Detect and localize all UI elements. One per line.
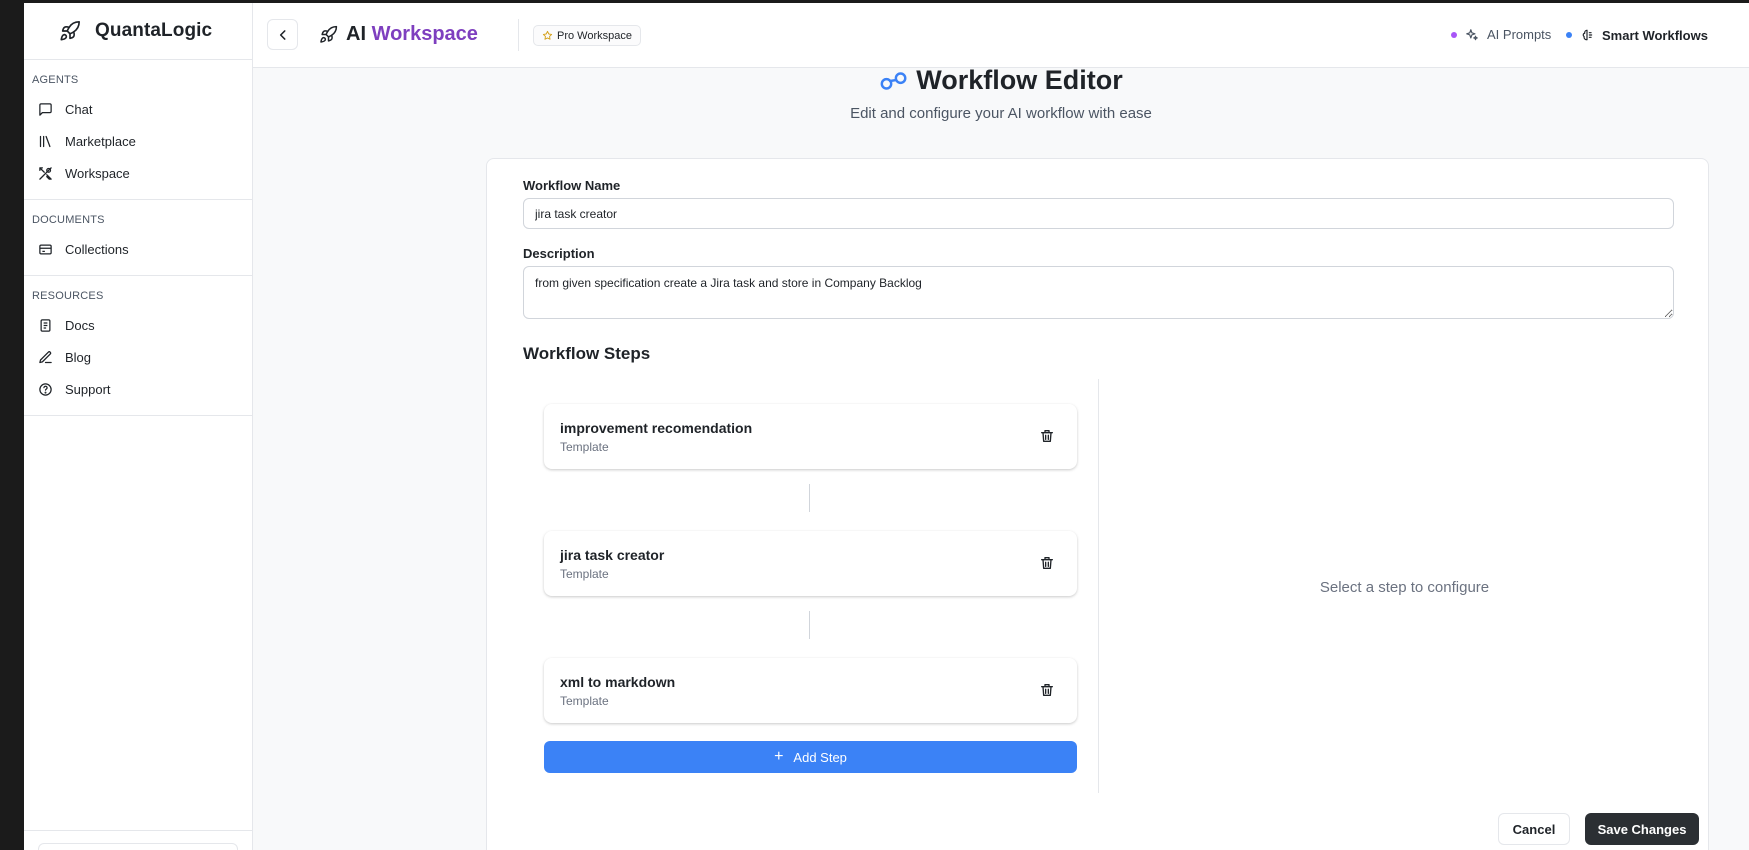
sidebar-footer	[24, 830, 253, 850]
sidebar-item-docs[interactable]: Docs	[24, 309, 252, 341]
editor-title: Workflow Editor	[879, 65, 1123, 96]
nav-heading: DOCUMENTS	[32, 214, 105, 226]
trash-icon[interactable]	[1039, 555, 1055, 571]
star-icon	[542, 30, 553, 40]
chevron-left-icon	[279, 29, 286, 40]
sidebar-item-label: Support	[65, 381, 111, 397]
step-type: Template	[560, 694, 609, 708]
nav-heading: AGENTS	[32, 74, 79, 86]
nav-section-documents: DOCUMENTS Collections	[24, 200, 252, 276]
collection-icon	[39, 244, 52, 254]
header-title-accent: Workspace	[371, 23, 478, 45]
header-title: AI Workspace	[346, 23, 478, 46]
plus-icon: +	[774, 748, 784, 765]
rocket-icon	[320, 25, 338, 43]
pen-icon	[39, 350, 52, 363]
page-title: AI Workspace	[319, 23, 478, 46]
rocket-icon	[60, 21, 80, 41]
nav-link-label: AI Prompts	[1487, 27, 1552, 42]
workflow-steps-heading: Workflow Steps	[523, 344, 651, 363]
status-dot	[1566, 32, 1572, 38]
nav-heading: RESOURCES	[32, 290, 104, 302]
step-connector	[809, 611, 810, 639]
status-dot	[1451, 31, 1457, 38]
app-window: QuantaLogic AGENTS Chat Marketplace Work…	[24, 3, 1749, 850]
sidebar-item-support[interactable]: Support	[24, 373, 252, 405]
step-config-placeholder: Select a step to configure	[1319, 579, 1490, 596]
user-menu[interactable]	[38, 843, 238, 850]
back-button[interactable]	[267, 19, 298, 50]
tools-icon	[39, 166, 52, 180]
trash-icon[interactable]	[1039, 682, 1055, 698]
step-title: improvement recomendation	[560, 420, 753, 436]
editor-subtitle: Edit and configure your AI workflow with…	[850, 104, 1152, 122]
chat-bubble-icon	[39, 102, 52, 116]
step-title: jira task creator	[560, 547, 665, 563]
sidebar-item-marketplace[interactable]: Marketplace	[24, 125, 252, 157]
step-type: Template	[560, 440, 609, 454]
editor-title-text: Workflow Editor	[916, 65, 1123, 95]
sidebar-item-label: Marketplace	[65, 133, 136, 149]
top-header: AI Workspace Pro Workspace AI Prompts Sm…	[253, 3, 1749, 68]
document-icon	[40, 318, 51, 332]
sidebar: QuantaLogic AGENTS Chat Marketplace Work…	[24, 3, 253, 850]
sidebar-item-collections[interactable]: Collections	[24, 233, 252, 265]
description-textarea[interactable]: from given specification create a Jira t…	[523, 266, 1674, 319]
brand-name: QuantaLogic	[95, 20, 213, 41]
add-step-label: Add Step	[793, 749, 847, 765]
nav-link-smart-workflows[interactable]: Smart Workflows	[1560, 22, 1718, 48]
library-icon	[39, 135, 51, 147]
step-card[interactable]: jira task creator Template	[544, 531, 1077, 596]
step-card[interactable]: improvement recomendation Template	[544, 404, 1077, 469]
trash-icon[interactable]	[1039, 428, 1055, 444]
header-title-prefix: AI	[346, 23, 372, 45]
step-type: Template	[560, 567, 609, 581]
editor-heading: Workflow Editor Edit and configure your …	[253, 65, 1749, 122]
description-label: Description	[523, 246, 595, 261]
step-connector	[809, 484, 810, 512]
nav-section-agents: AGENTS Chat Marketplace Workspace	[24, 60, 252, 200]
pro-workspace-badge: Pro Workspace	[533, 25, 641, 46]
nav-section-resources: RESOURCES Docs Blog Support	[24, 276, 252, 416]
sidebar-item-label: Chat	[65, 101, 93, 117]
sidebar-item-workspace[interactable]: Workspace	[24, 157, 252, 189]
cancel-button[interactable]: Cancel	[1498, 813, 1570, 845]
step-title: xml to markdown	[560, 674, 676, 690]
sidebar-item-label: Docs	[65, 317, 95, 333]
workflow-editor-card: Workflow Name Description from given spe…	[486, 158, 1709, 850]
header-divider	[518, 19, 519, 51]
workflow-name-input[interactable]	[523, 198, 1674, 229]
sidebar-item-label: Blog	[65, 349, 92, 365]
add-step-button[interactable]: + Add Step	[544, 741, 1077, 773]
brain-circuit-icon	[1582, 29, 1593, 41]
sidebar-item-blog[interactable]: Blog	[24, 341, 252, 373]
nav-link-label: Smart Workflows	[1602, 27, 1708, 43]
sidebar-item-label: Collections	[65, 241, 129, 257]
workflow-name-label: Workflow Name	[523, 178, 621, 193]
sidebar-item-label: Workspace	[65, 165, 130, 181]
step-card[interactable]: xml to markdown Template	[544, 658, 1077, 723]
badge-label: Pro Workspace	[557, 29, 632, 42]
sparkles-icon	[1466, 28, 1478, 40]
save-changes-button[interactable]: Save Changes	[1585, 813, 1699, 845]
brand[interactable]: QuantaLogic	[24, 3, 252, 60]
nav-link-ai-prompts[interactable]: AI Prompts	[1451, 27, 1551, 42]
workflow-link-icon	[880, 71, 907, 90]
sidebar-item-chat[interactable]: Chat	[24, 93, 252, 125]
help-circle-icon	[39, 382, 52, 396]
